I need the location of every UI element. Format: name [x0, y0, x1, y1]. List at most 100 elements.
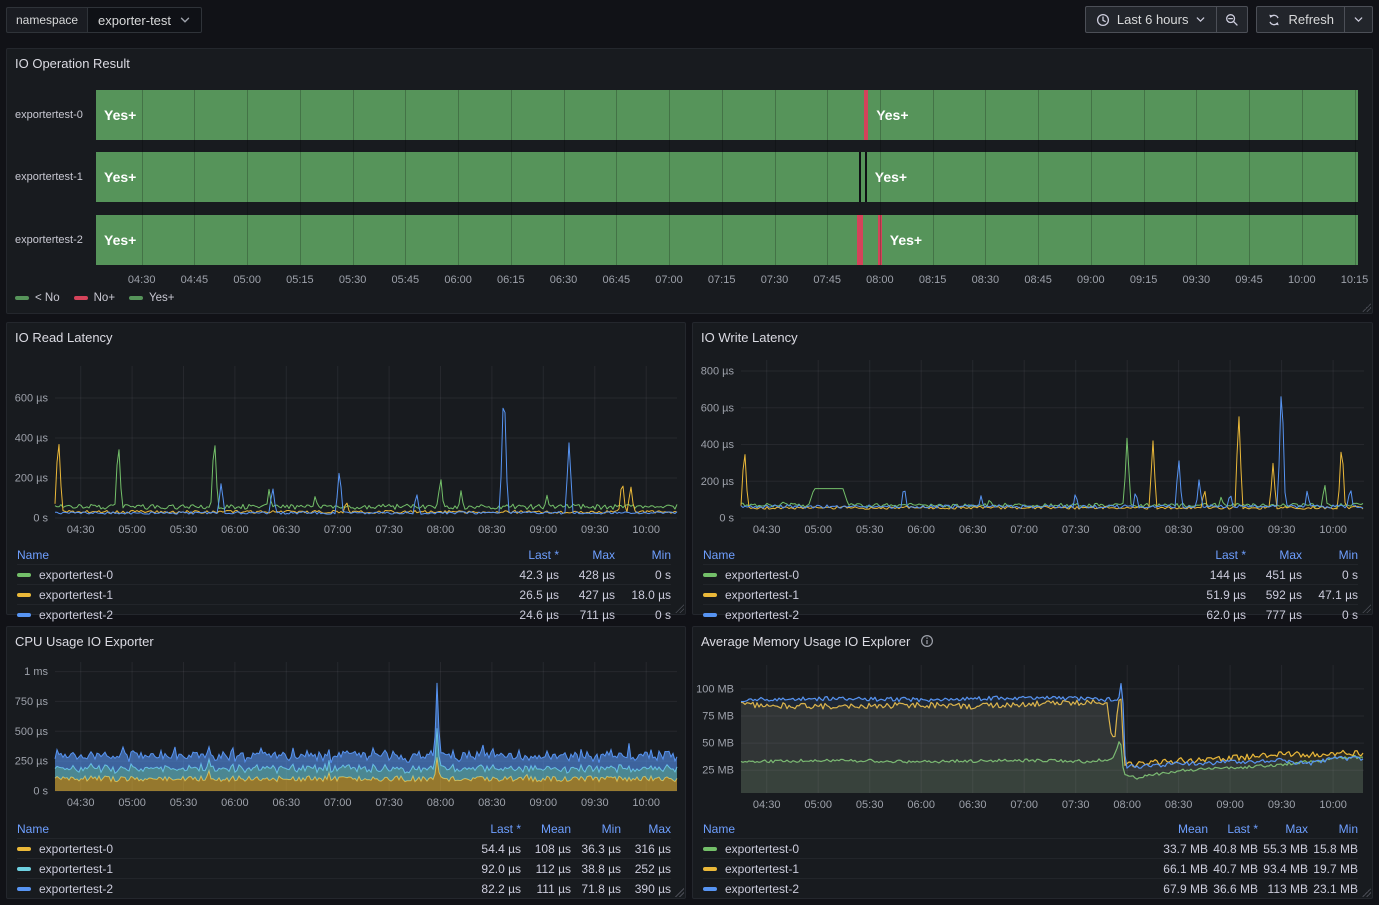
panel-resize-handle[interactable]: [674, 887, 684, 897]
x-tick-label: 08:00: [427, 797, 455, 809]
x-tick-label: 07:00: [655, 274, 683, 286]
legend-column-last[interactable]: Last *: [1190, 548, 1246, 562]
series-name[interactable]: exportertest-1: [725, 588, 799, 602]
x-tick-label: 07:00: [324, 797, 352, 809]
legend-column-last[interactable]: Last *: [1208, 822, 1258, 836]
series-name[interactable]: exportertest-2: [725, 882, 799, 896]
legend-item-label: < No: [35, 292, 60, 304]
series-name[interactable]: exportertest-0: [725, 568, 799, 582]
x-tick-label: 05:15: [286, 274, 314, 286]
y-tick-label: 400 µs: [701, 439, 735, 451]
panel-header[interactable]: IO Write Latency: [693, 323, 1372, 351]
legend-value: 428 µs: [559, 568, 615, 582]
series-color-swatch: [17, 847, 31, 851]
legend-item[interactable]: Yes+: [129, 292, 174, 304]
legend-column-max[interactable]: Max: [1258, 822, 1308, 836]
legend-column-name[interactable]: Name: [17, 822, 471, 836]
legend-column-name[interactable]: Name: [17, 548, 503, 562]
legend-column-max[interactable]: Max: [621, 822, 671, 836]
legend-column-min[interactable]: Min: [1302, 548, 1358, 562]
series-name[interactable]: exportertest-2: [39, 608, 113, 622]
legend-header: NameMeanLast *MaxMin: [703, 819, 1358, 838]
info-icon[interactable]: [920, 634, 934, 648]
series-name[interactable]: exportertest-0: [39, 568, 113, 582]
legend-value: 144 µs: [1190, 568, 1246, 582]
legend-column-min[interactable]: Min: [571, 822, 621, 836]
x-tick-label: 10:00: [632, 797, 660, 809]
panel-io-write-latency: IO Write Latency 04:3005:0005:3006:0006:…: [692, 322, 1373, 615]
series-name[interactable]: exportertest-0: [725, 842, 799, 856]
x-tick-label: 09:00: [530, 797, 558, 809]
zoom-out-button[interactable]: [1217, 6, 1248, 33]
legend-column-min[interactable]: Min: [615, 548, 671, 562]
legend-item[interactable]: No+: [74, 292, 115, 304]
legend-column-name[interactable]: Name: [703, 548, 1190, 562]
grid-line: [985, 90, 986, 265]
series-name[interactable]: exportertest-2: [725, 608, 799, 622]
variable-value-dropdown[interactable]: exporter-test: [87, 7, 202, 33]
chevron-down-icon: [1353, 14, 1364, 25]
refresh-label: Refresh: [1288, 12, 1334, 27]
x-tick-label: 09:00: [530, 524, 558, 536]
legend-item[interactable]: < No: [15, 292, 60, 304]
refresh-button[interactable]: Refresh: [1256, 6, 1345, 33]
grid-line: [1355, 90, 1356, 265]
x-tick-label: 05:00: [804, 799, 832, 811]
series-name[interactable]: exportertest-1: [725, 862, 799, 876]
series-name[interactable]: exportertest-1: [39, 862, 113, 876]
x-tick-label: 06:30: [273, 797, 301, 809]
state-segment-yes: Yes+: [867, 152, 1358, 202]
legend-column-max[interactable]: Max: [1246, 548, 1302, 562]
x-tick-label: 10:15: [1341, 274, 1369, 286]
grid-line: [405, 90, 406, 265]
panel-resize-handle[interactable]: [1361, 603, 1371, 613]
legend-row: exportertest-151.9 µs592 µs47.1 µs: [703, 584, 1358, 604]
grid-line: [300, 90, 301, 265]
x-tick-label: 08:30: [1165, 524, 1193, 536]
panel-resize-handle[interactable]: [1361, 887, 1371, 897]
x-tick-label: 05:00: [118, 797, 146, 809]
panel-resize-handle[interactable]: [674, 603, 684, 613]
legend-item-label: Yes+: [149, 292, 174, 304]
x-tick-label: 09:00: [1077, 274, 1105, 286]
series-color-swatch: [703, 613, 717, 617]
series-color-swatch: [703, 847, 717, 851]
panel-header[interactable]: IO Read Latency: [7, 323, 685, 351]
legend-row: exportertest-166.1 MB40.7 MB93.4 MB19.7 …: [703, 858, 1358, 878]
dashboard-toolbar: namespace exporter-test Last 6 hours: [0, 0, 1379, 40]
legend-column-min[interactable]: Min: [1308, 822, 1358, 836]
y-tick-label: 0 s: [719, 513, 734, 525]
panel-header[interactable]: Average Memory Usage IO Explorer: [693, 627, 1372, 655]
state-label: Yes+: [96, 90, 136, 140]
series-color-swatch: [703, 593, 717, 597]
clock-icon: [1096, 13, 1110, 27]
x-tick-label: 05:00: [804, 524, 832, 536]
legend-column-last[interactable]: Last *: [503, 548, 559, 562]
time-range-picker[interactable]: Last 6 hours: [1085, 6, 1218, 33]
series-name[interactable]: exportertest-2: [39, 882, 113, 896]
y-tick-label: 0 s: [33, 786, 48, 798]
x-tick-label: 07:00: [1010, 799, 1038, 811]
legend-column-name[interactable]: Name: [703, 822, 1158, 836]
x-tick-label: 07:45: [813, 274, 841, 286]
y-tick-label: 100 MB: [696, 683, 734, 695]
refresh-interval-dropdown[interactable]: [1345, 6, 1373, 33]
legend-column-mean[interactable]: Mean: [1158, 822, 1208, 836]
panel-header[interactable]: IO Operation Result: [7, 49, 1372, 77]
legend-value: 0 s: [615, 608, 671, 622]
panel-resize-handle[interactable]: [1361, 302, 1371, 312]
y-tick-label: 0 s: [33, 513, 48, 525]
legend-column-mean[interactable]: Mean: [521, 822, 571, 836]
legend-value: 112 µs: [521, 862, 571, 876]
series-name[interactable]: exportertest-0: [39, 842, 113, 856]
x-tick-label: 04:30: [67, 524, 95, 536]
x-tick-label: 05:30: [856, 799, 884, 811]
x-tick-label: 08:30: [478, 524, 506, 536]
legend-column-last[interactable]: Last *: [471, 822, 521, 836]
series-name[interactable]: exportertest-1: [39, 588, 113, 602]
panel-header[interactable]: CPU Usage IO Exporter: [7, 627, 685, 655]
grid-line: [1144, 90, 1145, 265]
legend-value: 67.9 MB: [1158, 882, 1208, 896]
grid-line: [616, 90, 617, 265]
legend-column-max[interactable]: Max: [559, 548, 615, 562]
